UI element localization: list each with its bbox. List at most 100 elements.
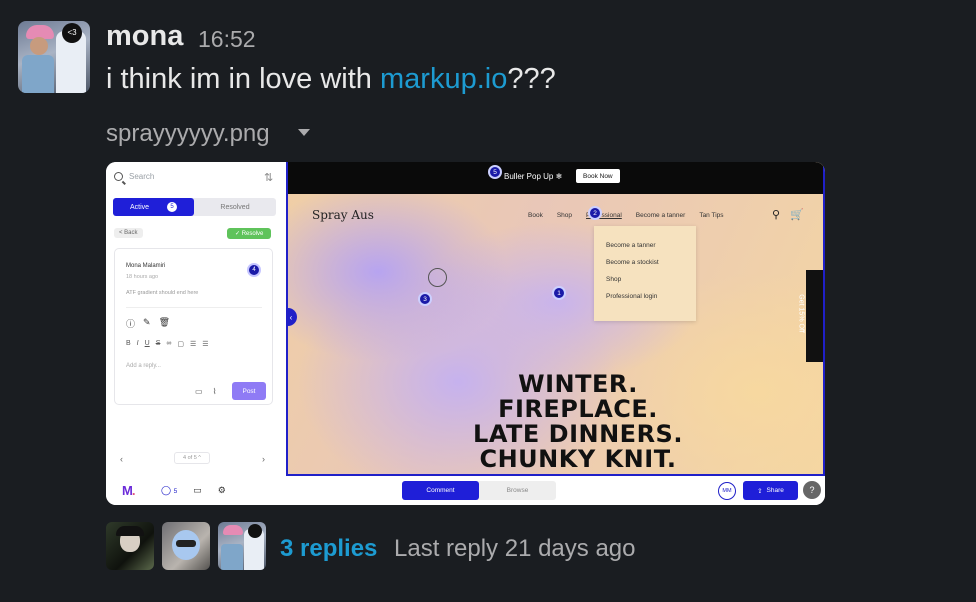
markup-pin[interactable]: 5 xyxy=(488,165,502,179)
collapse-panel-icon[interactable]: ‹ xyxy=(288,308,297,326)
reply-attach-actions: ▭ ⌇ xyxy=(195,387,216,396)
attachment-filename[interactable]: sprayyyyyy.png xyxy=(106,120,270,148)
nav-become-tanner[interactable]: Become a tanner xyxy=(636,212,686,219)
website-preview[interactable]: Buller Pop Up ❄ Book Now 5 Spray Aus Boo… xyxy=(286,162,825,476)
tab-active[interactable]: Active 5 xyxy=(113,198,194,216)
cursor-ring xyxy=(428,268,447,287)
nav-shop[interactable]: Shop xyxy=(557,212,572,219)
panel-search-placeholder: Search xyxy=(129,172,155,181)
comment-pin-badge[interactable]: 4 xyxy=(247,263,261,277)
mode-toggle: Comment Browse xyxy=(402,481,556,500)
panel-search[interactable]: Search xyxy=(114,172,154,181)
attachment-caret-icon[interactable] xyxy=(298,129,310,136)
tab-resolved[interactable]: Resolved xyxy=(194,198,276,216)
markup-pin[interactable]: 3 xyxy=(418,292,432,306)
next-page-icon[interactable]: › xyxy=(262,454,265,464)
avatar-second-head-shape xyxy=(248,524,262,538)
sort-icon[interactable]: ⇅ xyxy=(264,171,273,184)
prev-page-icon[interactable]: ‹ xyxy=(120,454,123,464)
avatar-body-shape xyxy=(221,544,243,570)
thread-replies-link[interactable]: 3 replies xyxy=(280,535,377,563)
page-indicator[interactable]: 4 of 5 ^ xyxy=(174,452,210,464)
link-icon[interactable]: ∞ xyxy=(166,340,171,348)
comments-count: 5 xyxy=(173,488,178,495)
markup-pin[interactable]: 1 xyxy=(552,286,566,300)
book-now-button[interactable]: Book Now xyxy=(576,169,620,183)
avatar-hood-shape xyxy=(116,526,144,536)
resolve-button[interactable]: ✓ Resolve xyxy=(227,228,272,239)
reply-avatar[interactable] xyxy=(218,522,266,570)
strikethrough-icon[interactable]: S xyxy=(156,340,161,348)
avatar-second-head-shape: <3 xyxy=(62,23,82,43)
info-icon[interactable]: ⓘ xyxy=(126,317,135,330)
bullet-list-icon[interactable]: ☰ xyxy=(202,340,208,348)
site-brand[interactable]: Spray Aus xyxy=(312,208,374,222)
comment-actions: ⓘ ✎ 🗑 xyxy=(126,317,170,330)
promo-bar: Buller Pop Up ❄ Book Now xyxy=(288,162,823,194)
dropdown-item[interactable]: Shop xyxy=(606,276,621,283)
browse-mode-button[interactable]: Browse xyxy=(479,481,556,500)
dropdown-item[interactable]: Become a tanner xyxy=(606,242,656,249)
discount-side-tab-label: Get 15% Off xyxy=(797,294,805,333)
comment-card: Mona Malamiri 18 hours ago ATF gradient … xyxy=(114,248,273,405)
attachment-icon[interactable]: ⌇ xyxy=(213,387,217,396)
comment-time: 18 hours ago xyxy=(126,274,159,280)
bold-icon[interactable]: B xyxy=(126,340,131,348)
settings-gear-icon[interactable]: ⚙ xyxy=(218,485,226,496)
thread-last-reply: Last reply 21 days ago xyxy=(394,535,636,562)
user-avatar[interactable]: MM xyxy=(718,482,736,500)
post-button[interactable]: Post xyxy=(232,382,266,400)
message-text-after: ??? xyxy=(507,63,556,95)
back-button[interactable]: < Back xyxy=(114,228,143,238)
author-avatar[interactable]: <3 xyxy=(18,21,90,93)
markup-toolbar: M. ◯ 5 ▭ ⚙ Comment Browse MM ⇪ Share ? xyxy=(106,476,825,505)
reply-avatar[interactable] xyxy=(162,522,210,570)
promo-text: Buller Pop Up ❄ xyxy=(504,172,563,181)
code-icon[interactable]: ▢ xyxy=(177,340,184,348)
toolbar-icons: ◯ 5 ▭ ⚙ xyxy=(161,485,226,496)
markup-comment-panel: Search ⇅ Active 5 Resolved < Back ✓ Reso… xyxy=(106,162,286,476)
site-nav-icons: ⚲ 🛒 xyxy=(772,208,804,221)
markup-logo-icon[interactable]: M. xyxy=(122,483,135,498)
help-icon[interactable]: ? xyxy=(803,481,821,499)
message-link[interactable]: markup.io xyxy=(380,63,507,95)
nav-tan-tips[interactable]: Tan Tips xyxy=(699,212,723,219)
nav-book[interactable]: Book xyxy=(528,212,543,219)
markup-pin[interactable]: 2 xyxy=(588,206,602,220)
italic-icon[interactable]: I xyxy=(137,340,139,348)
comment-mode-button[interactable]: Comment xyxy=(402,481,479,500)
dropdown-item[interactable]: Professional login xyxy=(606,293,657,300)
search-icon[interactable]: ⚲ xyxy=(772,208,780,221)
nav-dropdown: Become a tanner Become a stockist Shop P… xyxy=(594,226,696,321)
tab-active-label: Active xyxy=(129,203,150,211)
share-button[interactable]: ⇪ Share xyxy=(743,481,798,500)
reply-input[interactable]: Add a reply... xyxy=(126,363,161,369)
dropdown-item[interactable]: Become a stockist xyxy=(606,259,659,266)
share-icon: ⇪ xyxy=(757,487,763,495)
hero-headline: WINTER. FIREPLACE. LATE DINNERS. CHUNKY … xyxy=(408,372,748,472)
avatar-face-shape xyxy=(30,37,48,55)
reply-avatar[interactable] xyxy=(106,522,154,570)
discount-side-tab[interactable]: Get 15% Off xyxy=(798,270,823,362)
avatar-body-shape xyxy=(22,55,54,93)
headline-line: LATE DINNERS. xyxy=(473,420,683,448)
comment-author: Mona Malamiri xyxy=(126,263,166,269)
headline-line: WINTER. xyxy=(518,370,638,398)
attachment-image[interactable]: Search ⇅ Active 5 Resolved < Back ✓ Reso… xyxy=(106,162,825,505)
ordered-list-icon[interactable]: ☰ xyxy=(190,340,196,348)
video-icon[interactable]: ▭ xyxy=(195,387,203,396)
trash-icon[interactable]: 🗑 xyxy=(159,317,170,330)
comments-toggle[interactable]: ◯ 5 xyxy=(161,485,177,496)
avatar-hat-shape xyxy=(223,525,243,535)
message-time[interactable]: 16:52 xyxy=(198,26,256,53)
cart-icon[interactable]: 🛒 xyxy=(790,208,804,221)
underline-icon[interactable]: U xyxy=(145,340,150,348)
share-label: Share xyxy=(766,487,784,494)
message-text-before: i think im in love with xyxy=(106,63,380,95)
message-text: i think im in love with markup.io??? xyxy=(106,63,556,96)
monitor-icon[interactable]: ▭ xyxy=(193,485,202,496)
message-author[interactable]: mona xyxy=(106,20,183,53)
comment-divider xyxy=(126,307,262,308)
edit-icon[interactable]: ✎ xyxy=(143,317,151,330)
headline-line: FIREPLACE. xyxy=(498,395,658,423)
